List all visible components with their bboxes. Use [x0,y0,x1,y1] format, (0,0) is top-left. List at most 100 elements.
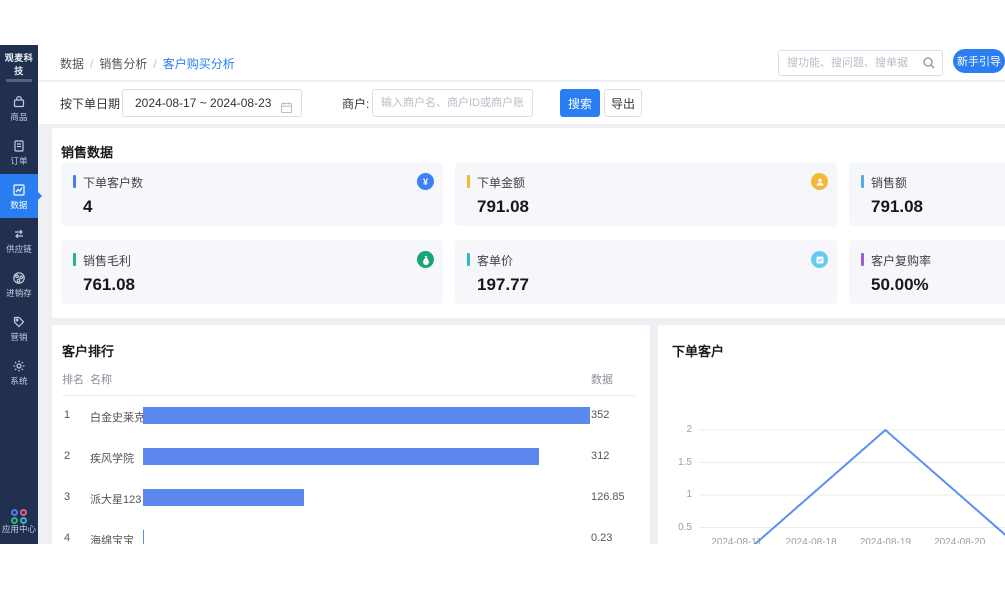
merchant-search-input[interactable] [372,89,533,117]
name-cell: 海绵宝宝 [90,532,148,544]
y-axis-tick-label: 0.5 [662,522,692,533]
value-cell: 352 [591,409,609,421]
sidebar-item-app-center[interactable]: 应用中心 [0,495,38,542]
sidebar-item-label: 数据 [1,200,37,210]
sidebar: 观麦科技 商品 订单 数据 [0,45,38,544]
global-search-box [778,50,943,76]
sidebar-item-data[interactable]: 数据 [0,174,38,218]
x-axis-tick-label: 2024-08-20 [925,537,995,544]
card-accent-bar [861,253,864,266]
bag-icon [0,94,38,110]
yuan-icon: ¥ [417,173,434,190]
rank-cell: 4 [64,532,70,544]
metric-label: 销售额 [871,174,1005,191]
card-accent-bar [467,253,470,266]
sales-panel-title: 销售数据 [61,142,1005,161]
column-header-value: 数据 [591,371,613,387]
metric-card-order-amount: 下单金额 791.08 [455,162,837,226]
metric-label: 客单价 [477,252,823,269]
name-cell: 派大星123 [90,491,148,507]
metric-value: 791.08 [871,197,1005,217]
metric-label: 销售毛利 [83,252,429,269]
sales-data-panel: 销售数据 下单客户数 4 ¥ 下单金额 791.08 销售额 [52,128,1005,318]
metric-label: 下单客户数 [83,174,429,191]
order-customers-line-chart: 00.511.522024-08-172024-08-182024-08-192… [658,365,1005,544]
metric-card-order-customers: 下单客户数 4 ¥ [61,162,443,226]
sidebar-item-marketing[interactable]: 营销 [0,306,38,350]
ranking-table-row: 1 白金史莱克 352 [62,396,640,436]
sidebar-item-system[interactable]: 系统 [0,350,38,394]
metric-value: 197.77 [477,275,823,295]
tag-icon [0,314,38,330]
value-cell: 312 [591,450,609,462]
metric-value: 791.08 [477,197,823,217]
filter-bar: 按下单日期 ∨ 2024-08-17 ~ 2024-08-23 商户: 搜索 导… [38,82,1005,124]
y-axis-tick-label: 2 [662,424,692,435]
card-accent-bar [73,253,76,266]
card-accent-bar [861,175,864,188]
metric-cards-row-2: 销售毛利 761.08 客单价 197.77 [61,240,1005,304]
card-accent-bar [73,175,76,188]
sidebar-item-goods[interactable]: 商品 [0,86,38,130]
column-header-rank: 排名 [62,371,84,387]
rank-cell: 3 [64,491,70,503]
beginner-guide-button[interactable]: 新手引导 [953,49,1005,73]
ranking-table-row: 3 派大星123 126.85 [62,478,640,518]
sidebar-item-label: 供应链 [1,244,37,254]
ranking-bar [143,530,144,544]
sidebar-item-label: 系统 [1,376,37,386]
merchant-filter-label: 商户: [342,95,369,112]
metric-card-sales-amount: 销售额 791.08 [849,162,1005,226]
value-cell: 126.85 [591,491,625,503]
swap-arrows-icon [0,226,38,242]
name-cell: 白金史莱克 [90,409,148,425]
metric-label: 客户复购率 [871,252,1005,269]
rank-cell: 1 [64,409,70,421]
search-icon[interactable] [922,56,936,75]
check-doc-icon [811,251,828,268]
search-button[interactable]: 搜索 [560,89,600,117]
value-cell: 0.23 [591,532,612,544]
calendar-icon [280,97,293,123]
sidebar-item-label: 应用中心 [1,524,37,534]
metric-value: 761.08 [83,275,429,295]
rank-cell: 2 [64,450,70,462]
date-range-value: 2024-08-17 ~ 2024-08-23 [135,96,271,110]
global-search-input[interactable] [787,51,917,75]
name-cell: 疾风学院 [90,450,148,466]
sidebar-item-label: 进销存 [1,288,37,298]
metric-cards-row-1: 下单客户数 4 ¥ 下单金额 791.08 销售额 791.08 [61,162,1005,226]
moneybag-icon [417,251,434,268]
brand-logo-subtext [6,79,32,82]
ranking-bar [143,448,539,465]
brand-logo-text: 观麦科技 [5,53,34,76]
brand-logo: 观麦科技 [0,45,38,86]
y-axis-tick-label: 1.5 [662,457,692,468]
breadcrumb-item[interactable]: 数据 [60,57,84,71]
sidebar-item-label: 订单 [1,156,37,166]
order-customers-panel: 下单客户 00.511.522024-08-172024-08-182024-0… [658,325,1005,544]
breadcrumb-item[interactable]: 销售分析 [99,57,147,71]
gear-icon [0,358,38,374]
date-filter-label[interactable]: 按下单日期 ∨ [60,95,130,112]
line-chart-canvas [658,365,1005,544]
metric-value: 50.00% [871,275,1005,295]
sidebar-item-orders[interactable]: 订单 [0,130,38,174]
sidebar-item-supply-chain[interactable]: 供应链 [0,218,38,262]
customer-ranking-panel: 客户排行 排名 名称 数据 1 白金史莱克 352 2 疾风学院 312 3 派大星123 12… [52,325,650,544]
ranking-table-header: 排名 名称 数据 [62,371,640,393]
app-window: 观麦科技 商品 订单 数据 [0,45,1005,544]
user-icon [811,173,828,190]
metric-card-repurchase-rate: 客户复购率 50.00% [849,240,1005,304]
date-range-input[interactable]: 2024-08-17 ~ 2024-08-23 [122,89,302,117]
share-nodes-icon [0,270,38,286]
ranking-table-row: 4 海绵宝宝 0.23 [62,519,640,544]
order-doc-icon [0,138,38,154]
sidebar-item-inventory[interactable]: 进销存 [0,262,38,306]
breadcrumb-separator: / [153,57,156,71]
breadcrumb: 数据/销售分析/客户购买分析 [60,55,235,72]
apps-grid-icon [11,509,28,524]
ranking-panel-title: 客户排行 [62,341,650,360]
export-button[interactable]: 导出 [604,89,642,117]
column-header-name: 名称 [90,371,112,387]
